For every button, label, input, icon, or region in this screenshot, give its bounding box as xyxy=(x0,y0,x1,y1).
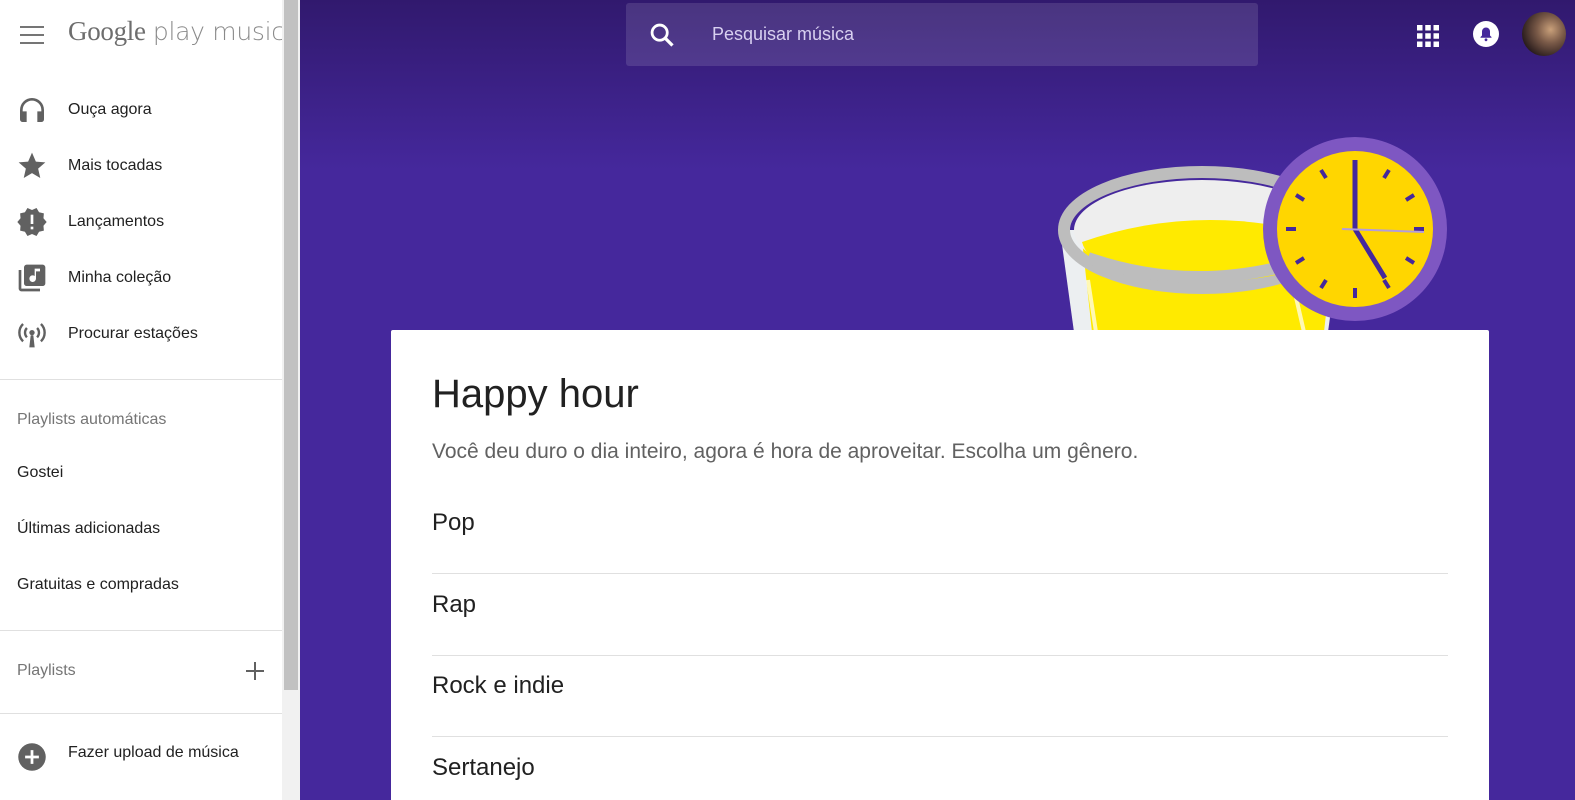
divider xyxy=(432,573,1448,574)
genre-item-rock-indie[interactable]: Rock e indie xyxy=(432,656,1448,737)
genre-item-rap[interactable]: Rap xyxy=(432,575,1448,656)
happy-hour-illustration xyxy=(1058,137,1447,332)
nav-item-label: Lançamentos xyxy=(68,213,165,230)
genre-item-sertanejo[interactable]: Sertanejo xyxy=(432,738,1448,800)
card-title: Happy hour xyxy=(432,372,639,416)
genre-label: Rap xyxy=(432,591,477,618)
headphones-icon xyxy=(20,98,44,122)
playlists-heading: Playlists xyxy=(17,662,76,679)
new-release-icon xyxy=(17,208,47,236)
sidebar-scrollbar-thumb[interactable] xyxy=(284,0,298,690)
nav-item-label: Minha coleção xyxy=(68,269,172,286)
auto-playlists-heading: Playlists automáticas xyxy=(17,411,167,428)
sidebar: Google play music Ouça agora Mais tocada… xyxy=(0,0,285,800)
notifications-icon[interactable] xyxy=(1472,20,1500,48)
radio-station-icon xyxy=(18,323,46,348)
divider xyxy=(0,630,282,631)
nav-item-listen-now[interactable]: Ouça agora xyxy=(0,82,282,138)
divider xyxy=(0,713,282,714)
upload-music-button[interactable]: Fazer upload de música xyxy=(0,730,282,780)
genre-label: Sertanejo xyxy=(432,754,535,781)
nav-item-new-releases[interactable]: Lançamentos xyxy=(0,194,282,250)
logo-product-text: play music xyxy=(152,17,285,46)
add-circle-icon xyxy=(18,743,46,771)
star-icon xyxy=(18,152,46,178)
main-nav: Ouça agora Mais tocadas Lançamentos Minh… xyxy=(0,82,282,362)
auto-playlist-item[interactable]: Últimas adicionadas xyxy=(17,520,160,538)
app-logo[interactable]: Google play music xyxy=(68,16,285,47)
brand-bar: Google play music xyxy=(0,0,285,70)
divider xyxy=(432,736,1448,737)
nav-item-label: Procurar estações xyxy=(68,325,198,342)
genre-label: Rock e indie xyxy=(432,672,565,699)
nav-item-top-charts[interactable]: Mais tocadas xyxy=(0,138,282,194)
nav-item-label: Ouça agora xyxy=(68,101,152,118)
user-avatar[interactable] xyxy=(1522,12,1566,56)
logo-google-text: Google xyxy=(68,16,146,46)
search-bar xyxy=(626,3,1258,66)
genre-label: Pop xyxy=(432,509,475,536)
happy-hour-card: Happy hour Você deu duro o dia inteiro, … xyxy=(391,330,1489,800)
upload-music-label: Fazer upload de música xyxy=(68,744,239,761)
auto-playlist-item[interactable]: Gostei xyxy=(17,464,63,482)
nav-item-label: Mais tocadas xyxy=(68,157,163,174)
nav-item-my-library[interactable]: Minha coleção xyxy=(0,250,282,306)
menu-icon[interactable] xyxy=(20,26,44,44)
add-playlist-icon[interactable] xyxy=(244,660,266,682)
auto-playlist-item[interactable]: Gratuitas e compradas xyxy=(17,576,179,594)
main-content: Happy hour Você deu duro o dia inteiro, … xyxy=(300,0,1575,800)
library-music-icon xyxy=(18,264,46,292)
genre-item-pop[interactable]: Pop xyxy=(432,493,1448,574)
divider xyxy=(0,379,282,380)
nav-item-browse-stations[interactable]: Procurar estações xyxy=(0,306,282,362)
search-input[interactable] xyxy=(712,3,1232,66)
apps-grid-icon[interactable] xyxy=(1416,24,1440,48)
search-icon[interactable] xyxy=(648,21,676,49)
card-subtitle: Você deu duro o dia inteiro, agora é hor… xyxy=(432,440,1139,463)
